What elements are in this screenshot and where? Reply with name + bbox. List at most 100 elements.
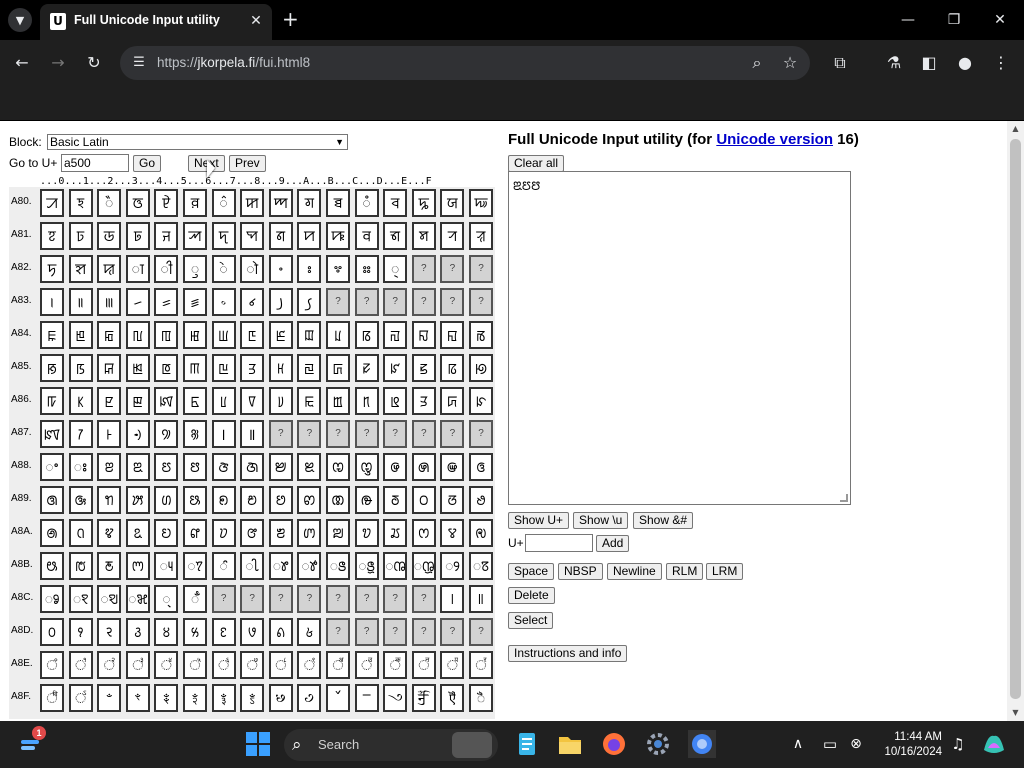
bell-icon[interactable]: ♫: [944, 730, 972, 758]
char-cell[interactable]: ꠑ: [68, 222, 93, 250]
char-cell[interactable]: ꢞ: [440, 486, 465, 514]
char-cell[interactable]: ?: [469, 420, 493, 448]
char-cell[interactable]: ?: [240, 585, 265, 613]
char-cell[interactable]: ꢌ: [383, 453, 408, 481]
char-cell[interactable]: ?: [440, 618, 465, 646]
char-cell[interactable]: ꢈ: [268, 453, 293, 481]
nbsp-button[interactable]: NBSP: [558, 563, 603, 580]
char-cell[interactable]: ?: [411, 618, 436, 646]
char-cell[interactable]: ꠎ: [440, 189, 465, 217]
char-cell[interactable]: ?: [354, 288, 379, 316]
char-cell[interactable]: ?: [326, 288, 350, 316]
char-cell[interactable]: ꢧ: [240, 519, 265, 547]
char-cell[interactable]: ꠸: [268, 288, 293, 316]
char-cell[interactable]: ꢢ: [97, 519, 122, 547]
char-cell[interactable]: ꡏ: [469, 321, 493, 349]
char-cell[interactable]: ꣰: [40, 684, 64, 712]
show-amp-hash-button[interactable]: Show &#: [633, 512, 694, 529]
char-cell[interactable]: ꠞ: [440, 222, 465, 250]
person-icon[interactable]: ●: [954, 52, 976, 74]
char-cell[interactable]: ꢒ: [97, 486, 122, 514]
char-cell[interactable]: ꡝ: [411, 354, 436, 382]
char-cell[interactable]: ꡎ: [440, 321, 465, 349]
char-cell[interactable]: ꠐ: [40, 222, 64, 250]
resize-grip-icon[interactable]: [840, 494, 848, 502]
char-cell[interactable]: ꡫ: [354, 387, 379, 415]
show-uplus-button[interactable]: Show U+: [508, 512, 570, 529]
show-backslash-u-button[interactable]: Show \u: [573, 512, 629, 529]
char-cell[interactable]: ?: [440, 288, 465, 316]
char-cell[interactable]: ꡊ: [326, 321, 350, 349]
char-cell[interactable]: ꣽ: [411, 684, 436, 712]
char-cell[interactable]: ꠆: [211, 189, 236, 217]
char-cell[interactable]: ꣁ: [68, 585, 93, 613]
char-cell[interactable]: ꡢ: [97, 387, 122, 415]
char-cell[interactable]: ꠥ: [183, 255, 207, 283]
char-cell[interactable]: ꣎: [440, 585, 465, 613]
char-cell[interactable]: ꠕ: [183, 222, 207, 250]
char-cell[interactable]: ꢴ: [154, 552, 179, 580]
char-cell[interactable]: ꡛ: [354, 354, 379, 382]
char-cell[interactable]: ?: [354, 585, 379, 613]
char-cell[interactable]: ꡡ: [68, 387, 93, 415]
char-cell[interactable]: ꢁ: [68, 453, 93, 481]
char-cell[interactable]: ?: [469, 618, 493, 646]
taskbar-search[interactable]: ⌕ Search: [284, 729, 498, 761]
char-cell[interactable]: ꡆ: [211, 321, 236, 349]
scroll-down-icon[interactable]: ▼: [1007, 705, 1024, 721]
char-cell[interactable]: ?: [440, 420, 465, 448]
char-cell[interactable]: ꢦ: [211, 519, 236, 547]
char-cell[interactable]: ꠫: [354, 255, 379, 283]
char-cell[interactable]: ꢓ: [125, 486, 150, 514]
char-cell[interactable]: ꢇ: [240, 453, 265, 481]
char-cell[interactable]: ?: [354, 420, 379, 448]
char-cell[interactable]: ꢳ: [125, 552, 150, 580]
char-cell[interactable]: ?: [326, 585, 350, 613]
char-cell[interactable]: ꠠ: [40, 255, 64, 283]
char-cell[interactable]: ꣭: [411, 651, 436, 679]
char-cell[interactable]: ꡥ: [183, 387, 207, 415]
char-cell[interactable]: ꢕ: [183, 486, 207, 514]
block-select[interactable]: Basic Latin ▼: [47, 134, 348, 150]
char-cell[interactable]: ꢋ: [354, 453, 379, 481]
file-explorer-icon[interactable]: [556, 730, 584, 758]
windows-start-icon[interactable]: [244, 730, 272, 758]
char-cell[interactable]: ꢠ: [40, 519, 64, 547]
char-cell[interactable]: ꣫: [354, 651, 379, 679]
char-cell[interactable]: ꠣ: [125, 255, 150, 283]
char-cell[interactable]: ꠏ: [469, 189, 493, 217]
char-cell[interactable]: ꣄: [154, 585, 179, 613]
char-cell[interactable]: ꠳: [125, 288, 150, 316]
char-cell[interactable]: ꠡ: [68, 255, 93, 283]
char-cell[interactable]: ꠀ: [40, 189, 64, 217]
char-cell[interactable]: ꣙: [297, 618, 322, 646]
restore-icon[interactable]: ❐: [944, 10, 964, 30]
char-cell[interactable]: ꣨: [268, 651, 293, 679]
uplus-input[interactable]: [525, 534, 593, 552]
char-cell[interactable]: ꡟ: [469, 354, 493, 382]
char-cell[interactable]: ꣯: [469, 651, 493, 679]
kebab-icon[interactable]: ⋮: [990, 52, 1012, 74]
char-cell[interactable]: ꢷ: [240, 552, 265, 580]
char-cell[interactable]: ꠩: [297, 255, 322, 283]
go-button[interactable]: Go: [133, 155, 162, 172]
char-cell[interactable]: ꡯ: [469, 387, 493, 415]
char-cell[interactable]: ꠂ: [97, 189, 122, 217]
char-cell[interactable]: ꣴ: [154, 684, 179, 712]
char-cell[interactable]: ꡜ: [383, 354, 408, 382]
char-cell[interactable]: ꣹: [297, 684, 322, 712]
char-cell[interactable]: ꣧: [240, 651, 265, 679]
char-cell[interactable]: ꡴: [154, 420, 179, 448]
char-cell[interactable]: ꠔ: [154, 222, 179, 250]
char-cell[interactable]: ꡠ: [40, 387, 64, 415]
char-cell[interactable]: ꢨ: [268, 519, 293, 547]
char-cell[interactable]: ꠱: [68, 288, 93, 316]
char-cell[interactable]: ꣻ: [354, 684, 379, 712]
star-icon[interactable]: ☆: [779, 52, 801, 74]
char-cell[interactable]: ?: [326, 618, 350, 646]
char-cell[interactable]: ꢻ: [354, 552, 379, 580]
close-icon[interactable]: ✕: [246, 11, 266, 31]
char-cell[interactable]: ?: [469, 288, 493, 316]
network-icon[interactable]: ▭: [816, 730, 844, 758]
char-cell[interactable]: ꣀ: [40, 585, 64, 613]
